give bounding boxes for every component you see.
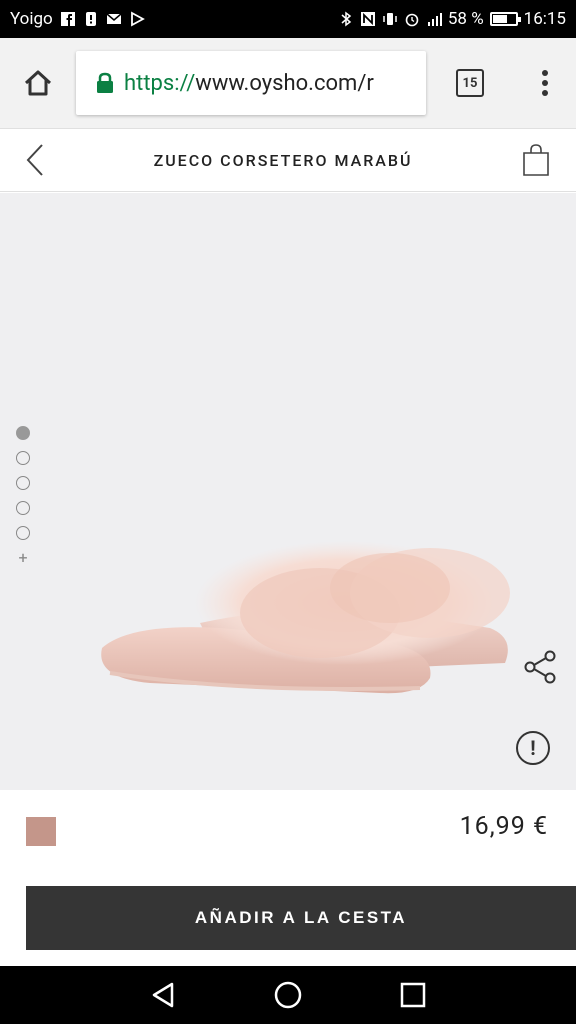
gallery-dot[interactable] xyxy=(16,451,30,465)
facebook-icon xyxy=(60,12,75,26)
gallery-dot[interactable] xyxy=(16,501,30,515)
product-image xyxy=(101,541,510,694)
gallery-pagination: + xyxy=(16,426,30,566)
gallery-dot[interactable] xyxy=(16,426,30,440)
status-bar: Yoigo 58 % 16:15 xyxy=(0,0,576,38)
home-nav-icon[interactable] xyxy=(273,980,303,1010)
play-store-icon xyxy=(130,11,145,27)
signal-icon xyxy=(427,13,442,26)
gallery-dot[interactable] xyxy=(16,526,30,540)
status-right: 58 % 16:15 xyxy=(338,9,566,29)
tab-count: 15 xyxy=(456,69,484,97)
chevron-left-icon xyxy=(26,144,43,176)
share-icon xyxy=(524,650,556,684)
home-button[interactable] xyxy=(0,38,76,128)
page-title: ZUECO CORSETERO MARABÚ xyxy=(153,150,413,170)
url-text: https://www.oysho.com/r xyxy=(124,71,374,96)
lock-icon xyxy=(97,72,113,93)
gallery-more-button[interactable]: + xyxy=(16,550,30,566)
carrier-name: Yoigo xyxy=(10,9,53,29)
alert-icon xyxy=(85,12,96,26)
clock: 16:15 xyxy=(523,9,566,29)
battery-fill xyxy=(492,15,507,23)
bluetooth-icon xyxy=(341,11,352,27)
browser-toolbar: https://www.oysho.com/r 15 xyxy=(0,38,576,128)
menu-dot xyxy=(542,70,548,76)
alarm-icon xyxy=(405,13,419,27)
gallery-dot[interactable] xyxy=(16,476,30,490)
mail-icon xyxy=(106,13,122,24)
shopping-bag-button[interactable] xyxy=(496,128,576,192)
battery-percent: 58 % xyxy=(447,9,484,29)
vibrate-icon xyxy=(383,13,397,25)
url-domain: www.oysho.com/r xyxy=(195,70,374,96)
menu-dot xyxy=(542,90,548,96)
url-scheme: https:// xyxy=(124,70,196,96)
share-button[interactable] xyxy=(522,649,558,685)
site-header: ZUECO CORSETERO MARABÚ xyxy=(0,128,576,192)
back-button[interactable] xyxy=(0,128,70,192)
recents-nav-icon[interactable] xyxy=(398,980,428,1010)
product-gallery[interactable]: + ! xyxy=(0,193,576,790)
status-left: Yoigo xyxy=(10,9,145,29)
product-info: 16,99 € xyxy=(0,790,576,880)
home-icon xyxy=(24,70,52,96)
menu-dot xyxy=(542,80,548,86)
battery-icon xyxy=(489,12,521,26)
android-nav-bar xyxy=(0,966,576,1024)
shopping-bag-icon xyxy=(523,144,549,176)
info-button[interactable]: ! xyxy=(516,731,550,765)
color-swatch[interactable] xyxy=(26,817,56,846)
tab-switcher-button[interactable]: 15 xyxy=(426,38,514,128)
back-nav-icon[interactable] xyxy=(148,980,178,1010)
add-to-cart-button[interactable]: AÑADIR A LA CESTA xyxy=(26,886,576,950)
address-bar[interactable]: https://www.oysho.com/r xyxy=(76,51,426,115)
product-price: 16,99 € xyxy=(459,812,548,841)
nfc-icon xyxy=(360,12,375,26)
browser-menu-button[interactable] xyxy=(514,38,576,128)
